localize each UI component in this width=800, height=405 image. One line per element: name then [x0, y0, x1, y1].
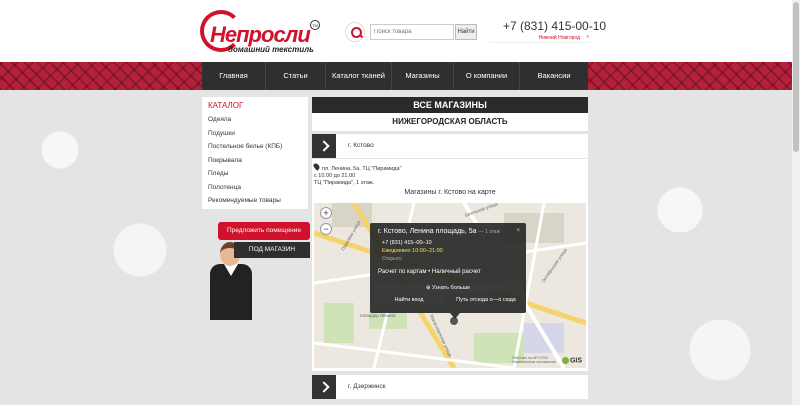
store-info: пл. Ленина, 5а. ТЦ "Пирамида" с 10.00 до… [312, 159, 588, 371]
map-popup: г. Кстово, Ленина площадь, 5а — 1 этаж ×… [370, 223, 526, 313]
map-copyright: Работает на API 2ГИС Лицензионное соглаше… [512, 356, 556, 364]
nav-item-stores[interactable]: Магазины [392, 62, 454, 90]
header: Непросли домашний текстиль TM Найти +7 (… [0, 0, 800, 62]
nav-item-fabrics[interactable]: Каталог тканей [326, 62, 392, 90]
2gis-logo[interactable]: GIS [561, 356, 582, 364]
map[interactable]: Парковая улица Школьная улица площадь Ле… [314, 203, 586, 368]
popup-title: г. Кстово, Ленина площадь, 5а — 1 этаж [378, 228, 500, 235]
location-pin-icon [312, 162, 321, 171]
logo-subtitle: домашний текстиль [228, 45, 314, 54]
catalog-item-pillows[interactable]: Подушки [208, 127, 308, 141]
trademark-icon: TM [310, 20, 320, 30]
nav-item-vacancies[interactable]: Вакансии [520, 62, 588, 90]
catalog-title: КАТАЛОГ [208, 101, 244, 110]
popup-status: Открыто [382, 256, 402, 262]
catalog-item-plaids[interactable]: Пледы [208, 167, 308, 181]
chevron-right-icon[interactable] [312, 375, 336, 399]
catalog-sidebar: КАТАЛОГ Одеяла Подушки Постельное белье … [202, 97, 308, 209]
city-name[interactable]: г. Кстово [348, 134, 374, 158]
close-icon[interactable]: × [516, 228, 520, 234]
route-button[interactable]: Путь отсюда о—о сюда [450, 295, 522, 305]
search-icon[interactable] [345, 22, 365, 42]
address-line: пл. Ленина, 5а. ТЦ "Пирамида" [322, 166, 402, 172]
city-row-dzerzhinsk[interactable]: г. Дзержинск [312, 375, 588, 399]
chevron-right-icon[interactable] [312, 134, 336, 158]
page-title: ВСЕ МАГАЗИНЫ [312, 97, 588, 113]
popup-payment: Расчет по картам • Наличный расчет [378, 269, 481, 275]
main-nav: Главная Статьи Каталог тканей Магазины О… [202, 62, 588, 90]
zoom-out-icon[interactable]: − [320, 223, 332, 235]
catalog-item-towels[interactable]: Полотенца [208, 181, 308, 195]
hours-line: с 10.00 до 21.00 [314, 173, 356, 179]
catalog-item-blankets[interactable]: Одеяла [208, 113, 308, 127]
search-button[interactable]: Найти [455, 24, 477, 40]
store-address: пл. Ленина, 5а. ТЦ "Пирамида" с 10.00 до… [312, 162, 402, 187]
popup-pointer [450, 313, 460, 319]
nav-item-about[interactable]: О компании [454, 62, 520, 90]
main-content: ВСЕ МАГАЗИНЫ НИЖЕГОРОДСКАЯ ОБЛАСТЬ г. Кс… [312, 97, 588, 405]
find-entrance-button[interactable]: Найти вход [374, 295, 444, 305]
popup-hours: Ежедневно 10:00–21:00 [382, 248, 443, 254]
map-caption: Магазины г. Кстово на карте [404, 189, 496, 196]
learn-more-button[interactable]: ⊕ Узнать больше [374, 283, 522, 293]
catalog-item-recommended[interactable]: Рекомендуемые товары [208, 194, 308, 208]
header-phone: +7 (831) 415-00-10 [503, 19, 607, 33]
logo[interactable]: Непросли домашний текстиль TM [200, 8, 320, 56]
scrollbar-thumb[interactable] [793, 2, 799, 152]
city-name[interactable]: г. Дзержинск [348, 375, 386, 399]
floor-line: ТЦ "Пирамида", 1 этаж. [314, 180, 375, 186]
zoom-in-icon[interactable]: + [320, 207, 332, 219]
region-heading: НИЖЕГОРОДСКАЯ ОБЛАСТЬ [312, 113, 588, 131]
for-store-label[interactable]: ПОД МАГАЗИН [234, 242, 310, 258]
nav-item-home[interactable]: Главная [202, 62, 266, 90]
catalog-item-bedspreads[interactable]: Покрывала [208, 154, 308, 168]
search-input[interactable] [370, 24, 454, 40]
street-label: площадь Ленина [360, 313, 396, 318]
city-row-kstovo[interactable]: г. Кстово [312, 134, 588, 158]
offer-premises-button[interactable]: Предложить помещение [218, 222, 310, 240]
popup-phone: +7 (831) 415–00–10 [382, 240, 432, 246]
nav-item-articles[interactable]: Статьи [266, 62, 326, 90]
city-select[interactable]: Нижний Новгород [490, 34, 590, 43]
scrollbar[interactable] [792, 0, 800, 405]
promo-banner[interactable]: Предложить помещение ПОД МАГАЗИН [206, 220, 310, 320]
catalog-item-bedding[interactable]: Постельное белье (КПБ) [208, 140, 308, 154]
